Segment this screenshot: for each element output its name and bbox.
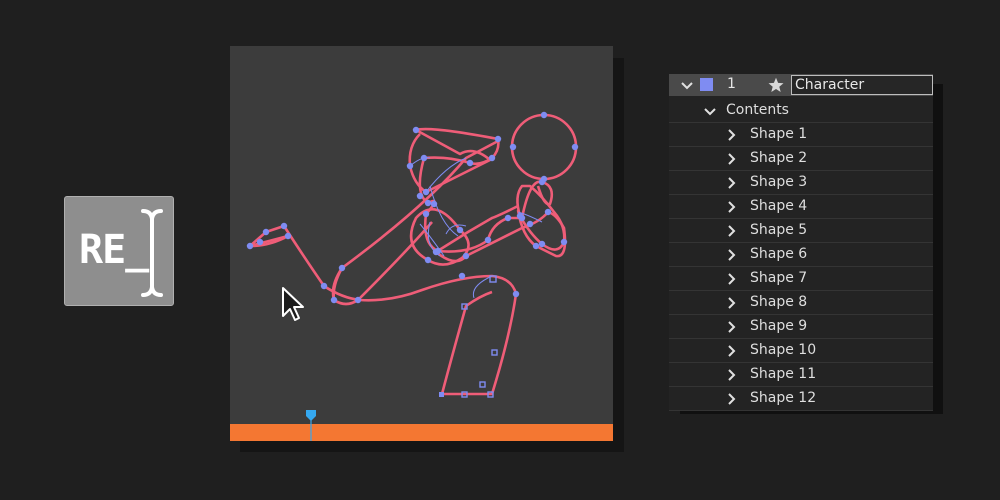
app-logo: RE_ (64, 196, 174, 306)
shape-paths (248, 113, 578, 396)
chevron-right-icon[interactable] (724, 320, 738, 334)
shape-row[interactable]: Shape 4 (669, 196, 933, 219)
chevron-right-icon[interactable] (724, 224, 738, 238)
shape-label: Shape 9 (750, 318, 808, 334)
shape-label: Shape 5 (750, 222, 808, 238)
shape-label: Shape 2 (750, 150, 808, 166)
shape-row[interactable]: Shape 3 (669, 172, 933, 195)
shape-row[interactable]: Shape 7 (669, 268, 933, 291)
composition-viewer[interactable] (230, 46, 613, 424)
shape-label: Shape 3 (750, 174, 808, 190)
chevron-right-icon[interactable] (724, 272, 738, 286)
shape-row[interactable]: Shape 11 (669, 364, 933, 387)
vertices (246, 111, 579, 304)
character-rig[interactable] (230, 46, 613, 424)
upper-body-shape (408, 128, 492, 194)
shape-label: Shape 6 (750, 246, 808, 262)
layer-panel: 1 Character Contents Shape 1 Shape 2 Sha… (669, 74, 933, 411)
shape-row[interactable]: Shape 9 (669, 316, 933, 339)
contents-label: Contents (726, 102, 789, 118)
text-cursor-icon (141, 209, 163, 297)
shape-label: Shape 7 (750, 270, 808, 286)
chevron-right-icon[interactable] (724, 248, 738, 262)
shape-row[interactable]: Shape 10 (669, 340, 933, 363)
mouse-pointer-icon (282, 287, 304, 321)
chevron-right-icon[interactable] (724, 152, 738, 166)
timeline-bar[interactable] (230, 424, 613, 441)
shape-row[interactable]: Shape 6 (669, 244, 933, 267)
shape-row[interactable]: Shape 8 (669, 292, 933, 315)
shape-label: Shape 4 (750, 198, 808, 214)
layer-number: 1 (727, 76, 736, 92)
shape-label: Shape 11 (750, 366, 817, 382)
layer-name-field[interactable]: Character (791, 75, 933, 95)
layer-row[interactable]: 1 Character (669, 74, 933, 96)
shape-label: Shape 1 (750, 126, 808, 142)
chevron-right-icon[interactable] (724, 128, 738, 142)
playhead-icon[interactable] (306, 410, 316, 441)
head-shape (510, 113, 578, 181)
contents-row[interactable]: Contents (669, 100, 933, 123)
shape-row[interactable]: Shape 5 (669, 220, 933, 243)
chevron-right-icon[interactable] (724, 200, 738, 214)
chevron-right-icon[interactable] (724, 176, 738, 190)
shape-row[interactable]: Shape 1 (669, 124, 933, 147)
layer-label-color[interactable] (700, 78, 713, 91)
chevron-right-icon[interactable] (724, 344, 738, 358)
shape-label: Shape 8 (750, 294, 808, 310)
chevron-right-icon[interactable] (724, 296, 738, 310)
shape-row[interactable]: Shape 2 (669, 148, 933, 171)
chevron-down-icon[interactable] (703, 104, 717, 118)
chevron-right-icon[interactable] (724, 392, 738, 406)
selected-vertex (439, 392, 444, 397)
chevron-right-icon[interactable] (724, 368, 738, 382)
chevron-down-icon[interactable] (679, 77, 695, 93)
shape-layer-star-icon (768, 77, 784, 92)
shape-row[interactable]: Shape 12 (669, 388, 933, 411)
shape-label: Shape 12 (750, 390, 817, 406)
square-handles (461, 275, 498, 398)
shape-label: Shape 10 (750, 342, 817, 358)
logo-text: RE_ (79, 227, 149, 273)
